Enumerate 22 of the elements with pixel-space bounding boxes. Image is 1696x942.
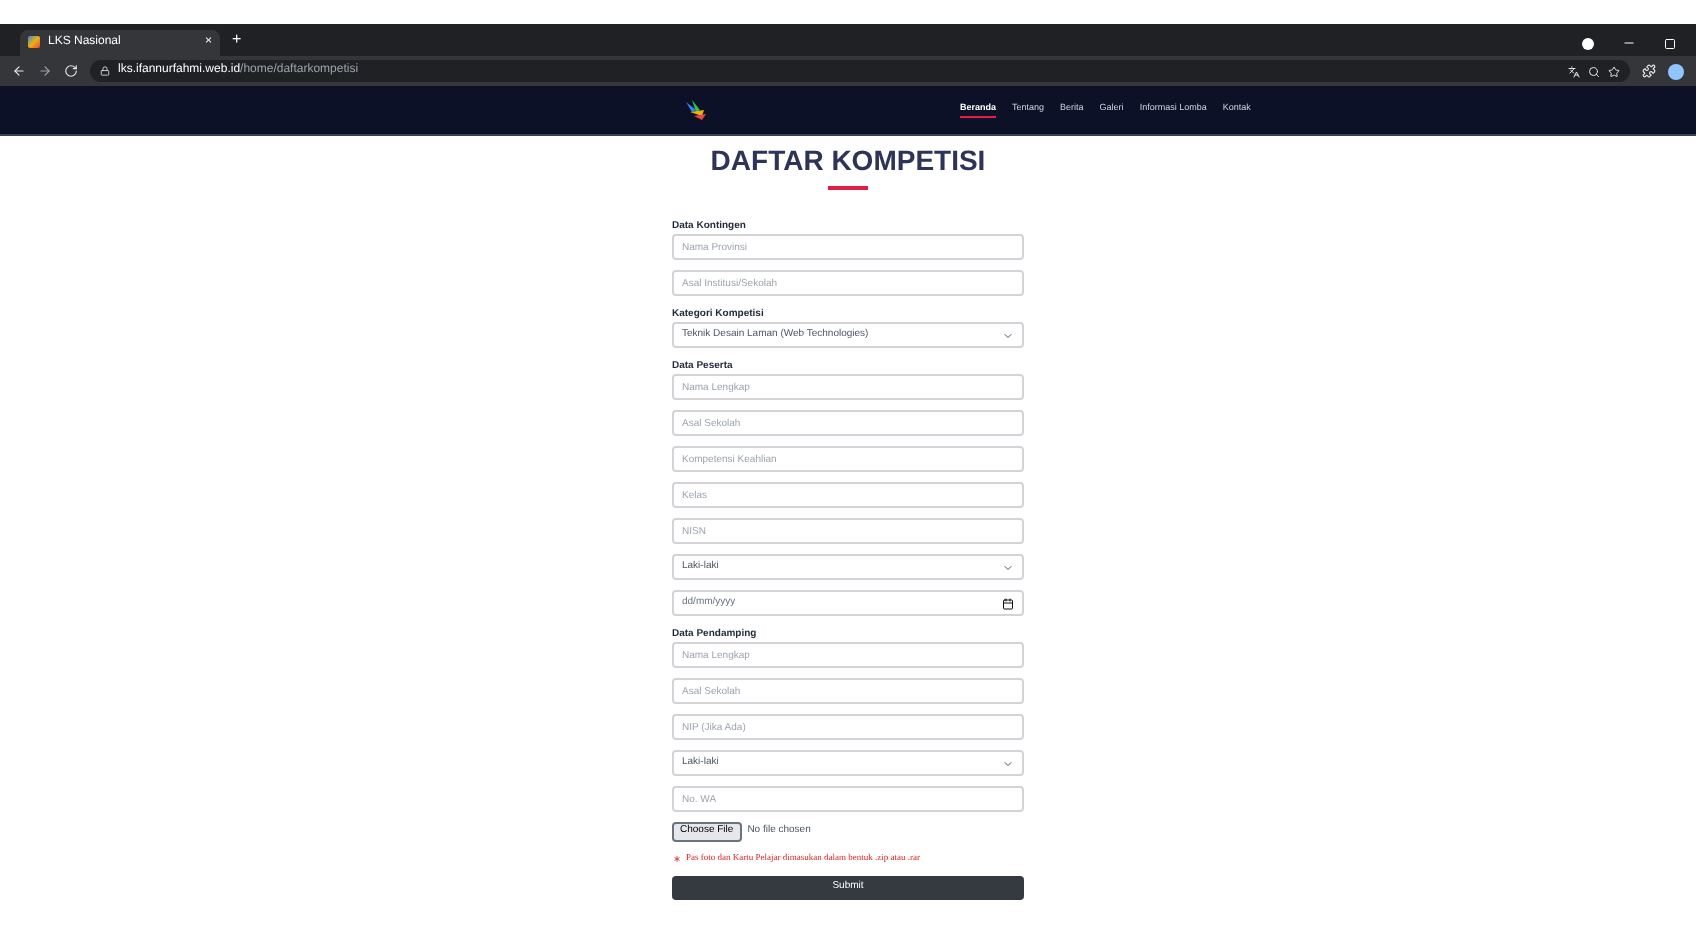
lock-icon	[100, 66, 110, 76]
new-tab-button[interactable]: +	[232, 28, 242, 52]
profile-icon[interactable]	[1582, 37, 1594, 49]
logo-icon	[684, 98, 708, 122]
avatar-icon[interactable]	[1668, 63, 1684, 79]
favicon-icon	[28, 36, 40, 48]
chevron-icon	[1002, 329, 1014, 341]
chevron-icon	[1002, 561, 1014, 573]
zoom-icon[interactable]	[1588, 65, 1600, 77]
translate-icon[interactable]	[1568, 65, 1580, 77]
back-icon[interactable]	[12, 64, 26, 78]
reload-icon[interactable]	[64, 64, 78, 78]
page-title: DAFTAR KOMPETISI	[710, 144, 986, 176]
restore-icon[interactable]	[1664, 37, 1676, 49]
calendar-icon	[1002, 597, 1014, 609]
star-icon[interactable]	[1608, 65, 1620, 77]
asterisk-icon	[672, 853, 682, 864]
extensions-icon[interactable]	[1642, 64, 1656, 78]
chevron-icon	[1002, 757, 1014, 769]
title-underline	[828, 186, 868, 190]
forward-icon[interactable]	[38, 64, 52, 78]
minimize-icon[interactable]	[1622, 36, 1636, 50]
